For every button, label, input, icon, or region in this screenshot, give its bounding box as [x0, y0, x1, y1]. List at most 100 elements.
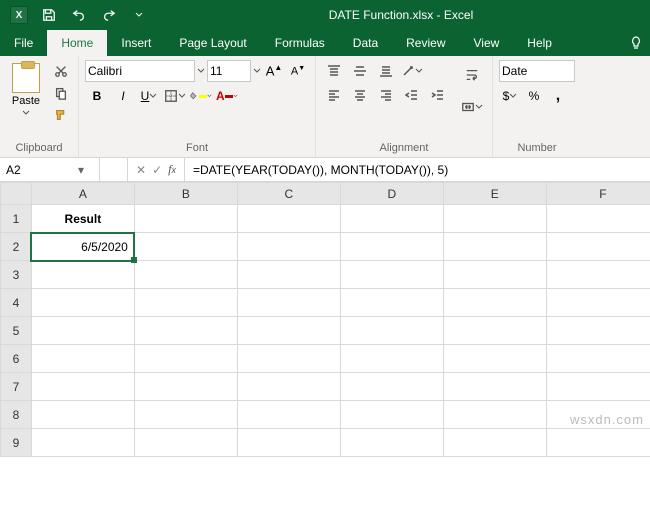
cell-d2[interactable]	[340, 233, 443, 261]
window-title: DATE Function.xlsx - Excel	[152, 8, 650, 22]
row-header-4[interactable]: 4	[1, 289, 32, 317]
cell-b1[interactable]	[134, 205, 237, 233]
col-header-c[interactable]: C	[237, 183, 340, 205]
cut-button[interactable]	[50, 60, 72, 82]
cancel-formula-icon[interactable]: ✕	[136, 163, 146, 177]
font-color-button[interactable]: A	[215, 85, 239, 107]
col-header-d[interactable]: D	[340, 183, 443, 205]
cell-a3[interactable]	[31, 261, 134, 289]
col-header-f[interactable]: F	[546, 183, 650, 205]
increase-font-button[interactable]: A▲	[263, 60, 285, 82]
name-box[interactable]: ▾	[0, 158, 100, 181]
redo-icon[interactable]	[96, 2, 122, 28]
cell-a9[interactable]	[31, 429, 134, 457]
merge-center-button[interactable]	[458, 92, 486, 122]
row-header-6[interactable]: 6	[1, 345, 32, 373]
fill-color-swatch	[199, 95, 208, 98]
copy-icon	[54, 86, 68, 100]
col-header-e[interactable]: E	[443, 183, 546, 205]
select-all-corner[interactable]	[1, 183, 32, 205]
row-header-8[interactable]: 8	[1, 401, 32, 429]
accounting-format-button[interactable]: $	[499, 85, 521, 107]
fill-color-button[interactable]	[189, 85, 213, 107]
row-header-2[interactable]: 2	[1, 233, 32, 261]
percent-format-button[interactable]: %	[523, 85, 545, 107]
align-bottom-icon	[379, 64, 393, 78]
qat-customize-icon[interactable]	[126, 2, 152, 28]
chevron-down-icon[interactable]: ▾	[74, 163, 88, 177]
borders-button[interactable]	[163, 85, 187, 107]
cell-d1[interactable]	[340, 205, 443, 233]
tell-me-icon[interactable]	[622, 30, 650, 56]
scissors-icon	[54, 64, 68, 78]
align-top-button[interactable]	[322, 60, 346, 82]
save-icon[interactable]	[36, 2, 62, 28]
cell-c1[interactable]	[237, 205, 340, 233]
cell-c2[interactable]	[237, 233, 340, 261]
tab-data[interactable]: Data	[339, 30, 392, 56]
tab-home[interactable]: Home	[47, 30, 107, 56]
paste-button[interactable]: Paste	[6, 60, 46, 118]
merge-icon	[461, 100, 475, 114]
italic-button[interactable]: I	[111, 85, 135, 107]
align-left-icon	[327, 88, 341, 102]
cell-a7[interactable]	[31, 373, 134, 401]
copy-button[interactable]	[50, 82, 72, 104]
cell-a1[interactable]: Result	[31, 205, 134, 233]
format-painter-button[interactable]	[50, 104, 72, 126]
cell-b2[interactable]	[134, 233, 237, 261]
tab-view[interactable]: View	[460, 30, 514, 56]
orientation-icon	[401, 64, 415, 78]
tab-formulas[interactable]: Formulas	[261, 30, 339, 56]
cell-f2[interactable]	[546, 233, 650, 261]
borders-icon	[164, 89, 178, 103]
spreadsheet-grid[interactable]: A B C D E F 1 Result 2 6/5/2020 3 4 5 6 …	[0, 182, 650, 457]
underline-button[interactable]: U	[137, 85, 161, 107]
name-box-input[interactable]	[4, 162, 74, 178]
cell-a5[interactable]	[31, 317, 134, 345]
cell-a2[interactable]: 6/5/2020	[31, 233, 134, 261]
app-icon[interactable]: X	[6, 2, 32, 28]
tab-insert[interactable]: Insert	[107, 30, 165, 56]
tab-review[interactable]: Review	[392, 30, 459, 56]
align-bottom-button[interactable]	[374, 60, 398, 82]
row-header-5[interactable]: 5	[1, 317, 32, 345]
font-name-combo[interactable]	[85, 60, 195, 82]
tab-help[interactable]: Help	[513, 30, 566, 56]
cell-a4[interactable]	[31, 289, 134, 317]
wrap-text-button[interactable]	[458, 60, 486, 90]
row-header-7[interactable]: 7	[1, 373, 32, 401]
formula-input[interactable]	[185, 158, 650, 181]
align-center-button[interactable]	[348, 84, 372, 106]
row-header-9[interactable]: 9	[1, 429, 32, 457]
bold-button[interactable]: B	[85, 85, 109, 107]
orientation-button[interactable]	[400, 60, 424, 82]
comma-format-button[interactable]: ,	[547, 85, 569, 107]
chevron-down-icon[interactable]	[197, 67, 205, 75]
align-middle-icon	[353, 64, 367, 78]
align-left-button[interactable]	[322, 84, 346, 106]
row-header-1[interactable]: 1	[1, 205, 32, 233]
fx-icon[interactable]: fx	[168, 162, 176, 177]
col-header-b[interactable]: B	[134, 183, 237, 205]
increase-indent-button[interactable]	[426, 84, 450, 106]
align-middle-button[interactable]	[348, 60, 372, 82]
cell-e2[interactable]	[443, 233, 546, 261]
comma-icon: ,	[556, 87, 560, 105]
col-header-a[interactable]: A	[31, 183, 134, 205]
enter-formula-icon[interactable]: ✓	[152, 163, 162, 177]
font-size-combo[interactable]	[207, 60, 251, 82]
number-format-combo[interactable]	[499, 60, 575, 82]
decrease-indent-button[interactable]	[400, 84, 424, 106]
undo-icon[interactable]	[66, 2, 92, 28]
cell-a6[interactable]	[31, 345, 134, 373]
cell-f1[interactable]	[546, 205, 650, 233]
cell-a8[interactable]	[31, 401, 134, 429]
chevron-down-icon[interactable]	[253, 67, 261, 75]
cell-e1[interactable]	[443, 205, 546, 233]
align-right-button[interactable]	[374, 84, 398, 106]
decrease-font-button[interactable]: A▼	[287, 60, 309, 82]
row-header-3[interactable]: 3	[1, 261, 32, 289]
tab-file[interactable]: File	[0, 30, 47, 56]
tab-page-layout[interactable]: Page Layout	[165, 30, 260, 56]
